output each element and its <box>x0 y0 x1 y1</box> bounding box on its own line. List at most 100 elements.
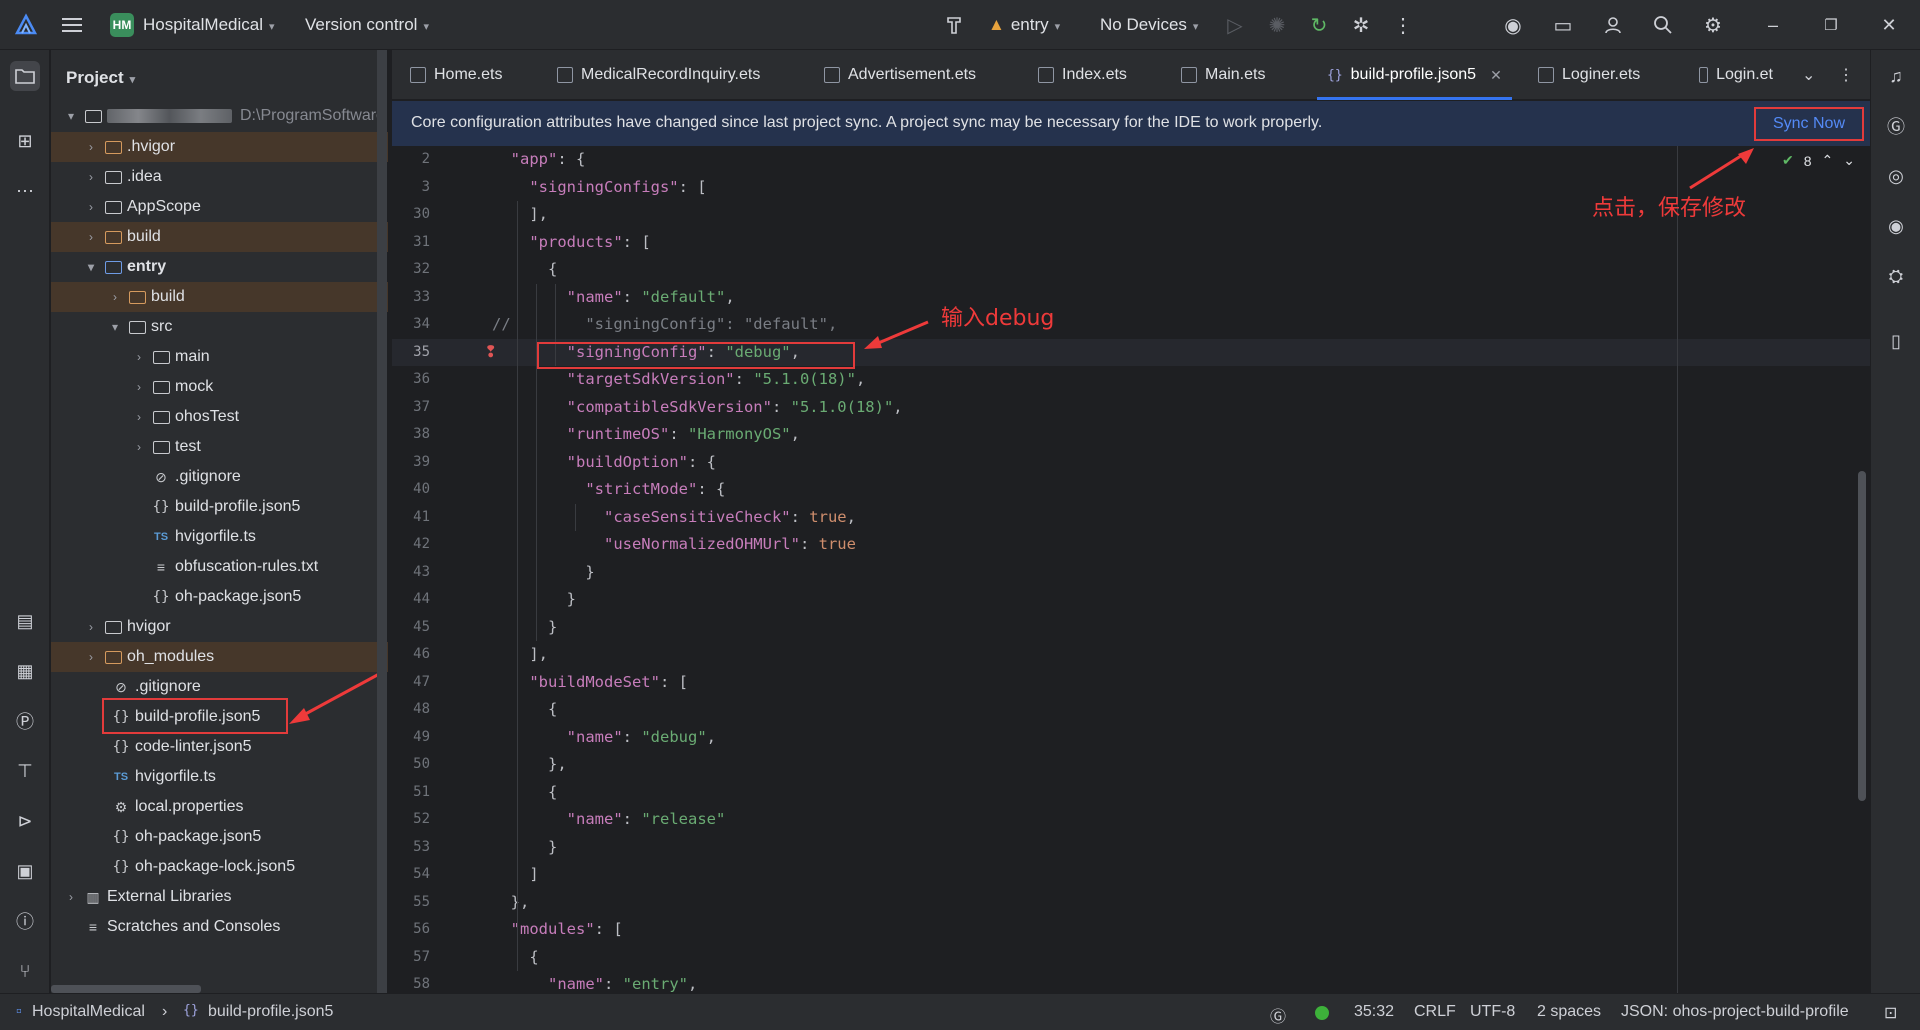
build-hammer-icon[interactable] <box>943 12 969 38</box>
code-line[interactable]: "name": "debug", <box>492 724 716 751</box>
code-line[interactable]: ], <box>492 201 548 228</box>
device-manager-icon[interactable]: ◉ <box>1500 12 1526 38</box>
tab-login[interactable]: Login.et <box>1699 50 1773 100</box>
tree-item[interactable]: ≡ obfuscation-rules.txt <box>51 552 388 582</box>
breadcrumb-project[interactable]: HospitalMedical <box>32 1003 145 1021</box>
code-line[interactable]: "products": [ <box>492 229 650 256</box>
project-folder-icon[interactable] <box>10 61 40 91</box>
horizontal-scrollbar[interactable] <box>51 985 201 993</box>
tab-main[interactable]: Main.ets <box>1181 50 1265 100</box>
minimize-icon[interactable]: – <box>1760 12 1786 38</box>
tab-more-icon[interactable]: ⋮ <box>1838 50 1854 100</box>
tree-item[interactable]: TS hvigorfile.ts <box>51 522 388 552</box>
account-icon[interactable] <box>1600 12 1626 38</box>
tree-item[interactable]: {} build-profile.json5 <box>51 492 388 522</box>
git-branch-icon[interactable]: ⑂ <box>10 956 40 986</box>
close-tab-icon[interactable]: ✕ <box>1490 67 1502 84</box>
tree-item[interactable]: {} oh-package.json5 <box>51 822 388 852</box>
assistant-icon[interactable]: ◎ <box>1881 161 1911 191</box>
code-line[interactable]: "name": "entry", <box>492 971 697 993</box>
attach-debugger-icon[interactable]: ✲ <box>1348 12 1374 38</box>
code-line[interactable]: "modules": [ <box>492 916 623 943</box>
search-icon[interactable] <box>1650 12 1676 38</box>
tab-home[interactable]: Home.ets <box>410 50 502 100</box>
vertical-scrollbar[interactable] <box>1858 471 1866 801</box>
more-actions-icon[interactable]: ⋮ <box>1390 12 1416 38</box>
restore-icon[interactable]: ❐ <box>1818 12 1844 38</box>
code-line[interactable]: "signingConfigs": [ <box>492 174 706 201</box>
problems-icon[interactable]: ⓘ <box>10 906 40 936</box>
code-line[interactable]: "useNormalizedOHMUrl": true <box>492 531 856 558</box>
tree-root[interactable]: ▾ D:\ProgramSoftware <box>51 100 388 132</box>
lock-icon[interactable]: ⊡ <box>1884 1003 1897 1023</box>
code-line[interactable]: { <box>492 944 538 971</box>
tree-item[interactable]: › mock <box>51 372 388 402</box>
settings-gear-icon[interactable]: ⚙ <box>1700 12 1726 38</box>
tab-advertisement[interactable]: Advertisement.ets <box>824 50 976 100</box>
previewer-eye-icon[interactable]: ◉ <box>1881 211 1911 241</box>
tree-item[interactable]: › .hvigor <box>51 132 388 162</box>
tab-medical-record[interactable]: MedicalRecordInquiry.ets <box>557 50 760 100</box>
code-line[interactable]: "name": "release" <box>492 806 726 833</box>
codegenie-icon[interactable]: Ⓖ <box>1881 111 1911 141</box>
tree-item[interactable]: › build <box>51 222 388 252</box>
tree-item[interactable]: › main <box>51 342 388 372</box>
tree-item[interactable]: › ▥ External Libraries <box>51 882 388 912</box>
project-panel-title[interactable]: Project ▾ <box>66 68 135 88</box>
tree-item[interactable]: › test <box>51 432 388 462</box>
tree-item[interactable]: › .idea <box>51 162 388 192</box>
tree-item[interactable]: › hvigor <box>51 612 388 642</box>
code-line[interactable]: // "signingConfig": "default", <box>492 311 837 338</box>
tab-build-profile[interactable]: {} build-profile.json5 ✕ <box>1317 50 1512 100</box>
run-panel-icon[interactable]: ⊳ <box>10 806 40 836</box>
terminal-icon[interactable]: ▣ <box>10 856 40 886</box>
codegenie-status-icon[interactable]: Ⓖ <box>1270 1003 1286 1027</box>
build-icon[interactable]: ⊤ <box>10 756 40 786</box>
code-line[interactable]: ] <box>492 861 538 888</box>
project-switcher[interactable]: HospitalMedical ▾ <box>143 15 275 35</box>
indent-setting[interactable]: 2 spaces <box>1537 1003 1601 1021</box>
inspection-widget[interactable]: ✔ 8 ⌃ ⌄ <box>1782 152 1855 169</box>
panel-splitter[interactable] <box>377 50 387 993</box>
code-line[interactable]: "compatibleSdkVersion": "5.1.0(18)", <box>492 394 903 421</box>
prev-problem-icon[interactable]: ⌃ <box>1822 152 1834 169</box>
tab-loginer[interactable]: Loginer.ets <box>1538 50 1640 100</box>
tree-item[interactable]: {} code-linter.json5 <box>51 732 388 762</box>
code-line[interactable]: } <box>492 559 594 586</box>
code-line[interactable]: "strictMode": { <box>492 476 725 503</box>
code-line[interactable]: }, <box>492 889 530 916</box>
main-menu-icon[interactable] <box>60 13 84 37</box>
code-line[interactable]: } <box>492 834 557 861</box>
cursor-position[interactable]: 35:32 <box>1354 1003 1394 1021</box>
code-line[interactable]: "targetSdkVersion": "5.1.0(18)", <box>492 366 866 393</box>
copilot-icon[interactable]: ⛭ <box>1881 261 1911 291</box>
device-preview-icon[interactable]: ▯ <box>1881 326 1911 356</box>
code-line[interactable]: "caseSensitiveCheck": true, <box>492 504 856 531</box>
version-control-menu[interactable]: Version control ▾ <box>305 15 429 35</box>
structure-icon[interactable]: ⊞ <box>10 126 40 156</box>
code-line[interactable]: "buildOption": { <box>492 449 716 476</box>
more-tools-icon[interactable]: ⋯ <box>10 176 40 206</box>
code-line[interactable]: } <box>492 586 576 613</box>
close-icon[interactable]: ✕ <box>1876 12 1902 38</box>
sync-now-button[interactable]: Sync Now <box>1754 107 1864 141</box>
tree-item[interactable]: {} oh-package-lock.json5 <box>51 852 388 882</box>
code-line[interactable]: "buildModeSet": [ <box>492 669 688 696</box>
tree-item[interactable]: ≡ Scratches and Consoles <box>51 912 388 942</box>
tree-item[interactable]: ▾ src <box>51 312 388 342</box>
tree-item[interactable]: ⚙ local.properties <box>51 792 388 822</box>
json-schema[interactable]: JSON: ohos-project-build-profile <box>1621 1003 1849 1021</box>
file-encoding[interactable]: UTF-8 <box>1470 1003 1515 1021</box>
todo-icon[interactable]: ▤ <box>10 606 40 636</box>
code-line[interactable]: { <box>492 779 557 806</box>
device-selector[interactable]: No Devices ▾ <box>1100 15 1198 35</box>
code-line[interactable]: ], <box>492 641 548 668</box>
tree-item[interactable]: › AppScope <box>51 192 388 222</box>
next-problem-icon[interactable]: ⌄ <box>1843 152 1855 169</box>
code-line[interactable]: "name": "default", <box>492 284 735 311</box>
run-config-selector[interactable]: ▲ entry ▾ <box>988 15 1060 35</box>
tab-index[interactable]: Index.ets <box>1038 50 1127 100</box>
layout-icon[interactable]: ▦ <box>10 656 40 686</box>
code-line[interactable]: { <box>492 256 557 283</box>
tree-item[interactable]: ⊘ .gitignore <box>51 462 388 492</box>
